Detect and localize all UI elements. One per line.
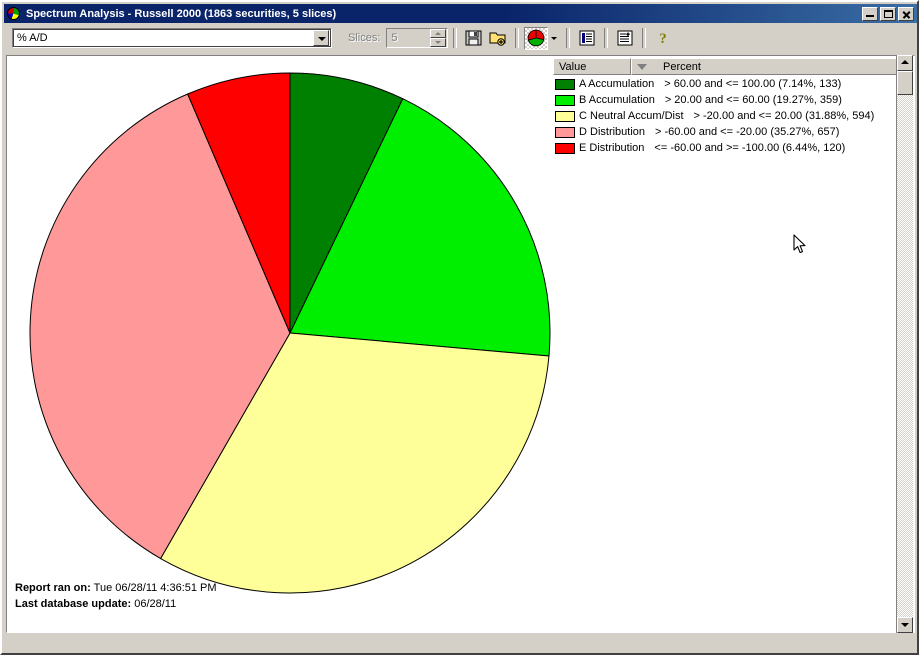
report-ran-line: Report ran on: Tue 06/28/11 4:36:51 PM (15, 580, 217, 596)
metric-select-value: % A/D (17, 32, 48, 44)
legend-column-value[interactable]: Value (553, 58, 631, 75)
toolbar-separator (453, 28, 458, 48)
vertical-scrollbar[interactable] (896, 55, 913, 633)
report-footer: Report ran on: Tue 06/28/11 4:36:51 PM L… (15, 580, 217, 612)
legend-item[interactable]: A Accumulation > 60.00 and <= 100.00 (7.1… (553, 76, 911, 92)
toolbar-separator (515, 28, 520, 48)
legend-color-swatch (555, 78, 575, 90)
question-mark-icon: ? (660, 31, 668, 47)
report-view-button[interactable] (575, 26, 600, 50)
add-report-button[interactable] (613, 26, 638, 50)
legend-item-range: > -20.00 and <= 20.00 (31.88%, 594) (693, 110, 875, 122)
title-bar: Spectrum Analysis - Russell 2000 (1863 s… (4, 4, 917, 23)
pie-chart-svg (29, 72, 551, 594)
legend-item[interactable]: E Distribution <= -60.00 and >= -100.00 (… (553, 140, 911, 156)
slices-label: Slices: (348, 32, 381, 44)
window-controls (862, 6, 915, 21)
last-update-label: Last database update: (15, 598, 132, 610)
legend-item-range: > 20.00 and <= 60.00 (19.27%, 359) (664, 94, 842, 106)
help-button[interactable]: ? (651, 26, 676, 50)
pie-chart-view-button[interactable] (524, 26, 549, 50)
last-update-line: Last database update: 06/28/11 (15, 596, 217, 612)
legend-item-range: > -60.00 and <= -20.00 (35.27%, 657) (655, 126, 840, 138)
report-ran-value: Tue 06/28/11 4:36:51 PM (93, 582, 217, 594)
save-button[interactable] (462, 26, 487, 50)
last-update-value: 06/28/11 (134, 598, 177, 610)
pie-chart-icon (6, 6, 22, 21)
report-client-area: Value Percent A Accumulation > 60.00 and … (6, 55, 915, 633)
report-ran-label: Report ran on: (15, 582, 91, 594)
close-button[interactable] (898, 6, 914, 21)
floppy-disk-icon (465, 30, 482, 46)
legend-color-swatch (555, 126, 575, 138)
window-title: Spectrum Analysis - Russell 2000 (1863 s… (26, 7, 337, 20)
minimize-button[interactable] (862, 6, 878, 21)
scroll-up-button[interactable] (897, 55, 913, 71)
svg-text:?: ? (660, 31, 668, 47)
legend-item-label: D Distribution (579, 126, 646, 138)
sort-descending-icon (637, 63, 647, 70)
legend-item[interactable]: C Neutral Accum/Dist > -20.00 and <= 20.0… (553, 108, 911, 124)
legend-item-label: A Accumulation (579, 78, 655, 90)
maximize-button[interactable] (880, 6, 896, 21)
legend-item-range: > 60.00 and <= 100.00 (7.14%, 133) (664, 78, 842, 90)
slices-stepper[interactable]: 5 (386, 28, 449, 48)
legend-header: Value Percent (553, 58, 911, 75)
pie-chart-options-dropdown[interactable] (548, 26, 562, 50)
legend-item-label: C Neutral Accum/Dist (579, 110, 684, 122)
open-folder-icon (489, 32, 506, 46)
list-report-icon (579, 30, 595, 46)
metric-select[interactable]: % A/D (12, 28, 332, 48)
legend-color-swatch (555, 142, 575, 154)
open-button[interactable] (486, 26, 511, 50)
pie-chart-icon (528, 29, 545, 47)
chevron-down-icon[interactable] (313, 30, 329, 46)
toolbar: % A/D Slices: 5 ? (4, 23, 917, 53)
legend: Value Percent A Accumulation > 60.00 and … (553, 58, 911, 156)
toolbar-separator (642, 28, 647, 48)
legend-item-label: E Distribution (579, 142, 645, 154)
legend-rows: A Accumulation > 60.00 and <= 100.00 (7.1… (553, 75, 911, 156)
legend-color-swatch (555, 110, 575, 122)
legend-item-range: <= -60.00 and >= -100.00 (6.44%, 120) (654, 142, 846, 154)
legend-column-percent-label: Percent (663, 60, 701, 73)
legend-item[interactable]: D Distribution > -60.00 and <= -20.00 (35… (553, 124, 911, 140)
slices-increment-button[interactable] (430, 29, 447, 38)
pie-chart (7, 56, 553, 616)
slices-decrement-button[interactable] (430, 38, 447, 47)
legend-column-percent[interactable]: Percent (631, 58, 911, 75)
slices-value: 5 (391, 32, 398, 44)
vertical-scrollbar-thumb[interactable] (897, 71, 913, 95)
legend-item[interactable]: B Accumulation > 20.00 and <= 60.00 (19.2… (553, 92, 911, 108)
toolbar-separator (566, 28, 571, 48)
report-add-icon (617, 30, 633, 46)
scroll-down-button[interactable] (897, 617, 913, 633)
spectrum-analysis-window: Spectrum Analysis - Russell 2000 (1863 s… (0, 0, 919, 655)
toolbar-separator (604, 28, 609, 48)
legend-item-label: B Accumulation (579, 94, 655, 106)
legend-color-swatch (555, 94, 575, 106)
